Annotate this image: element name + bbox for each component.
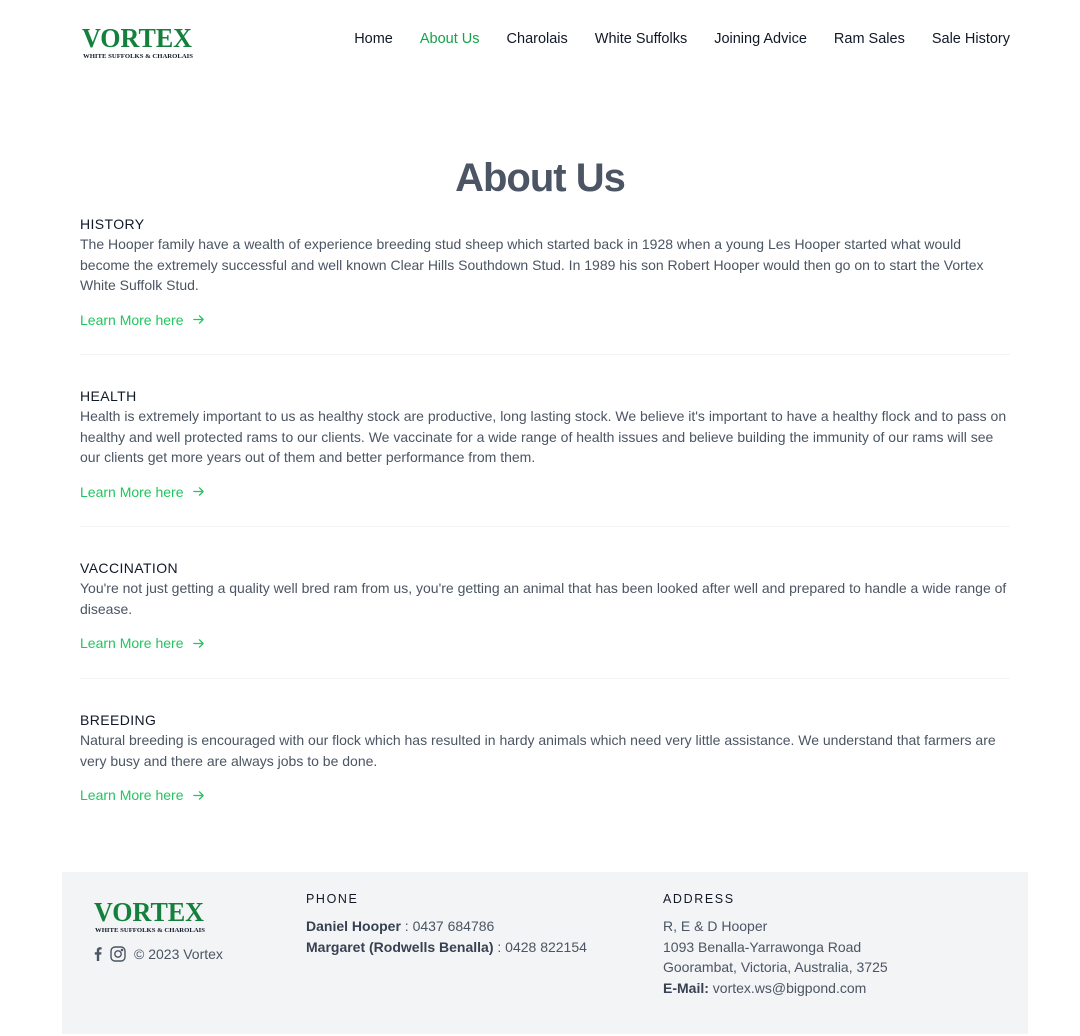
learn-more-link[interactable]: Learn More here <box>80 310 205 330</box>
footer-phone: PHONE Daniel Hooper : 0437 684786 Margar… <box>306 892 587 957</box>
copyright-text: © 2023 Vortex <box>134 946 223 962</box>
arrow-right-icon <box>192 790 204 800</box>
section-heading: VACCINATION <box>80 560 178 576</box>
site-footer: VORTEX WHITE SUFFOLKS & CHAROLAIS © 2023… <box>62 872 1028 1034</box>
footer-social: © 2023 Vortex <box>94 946 223 962</box>
section-heading: HEALTH <box>80 388 137 404</box>
main-nav: Home About Us Charolais White Suffolks J… <box>354 30 1010 48</box>
site-header: VORTEX WHITE SUFFOLKS & CHAROLAIS Home A… <box>0 0 1080 80</box>
learn-more-label: Learn More here <box>80 635 184 651</box>
contact-number[interactable]: : 0428 822154 <box>494 939 587 955</box>
history-section: HISTORY The Hooper family have a wealth … <box>80 214 1010 355</box>
about-content: HISTORY The Hooper family have a wealth … <box>80 214 1010 805</box>
nav-joining-advice[interactable]: Joining Advice <box>714 30 807 48</box>
learn-more-label: Learn More here <box>80 787 184 803</box>
address-title: ADDRESS <box>663 892 735 906</box>
email-link[interactable]: vortex.ws@bigpond.com <box>713 980 867 996</box>
facebook-icon[interactable] <box>94 947 102 961</box>
svg-text:VORTEX: VORTEX <box>94 897 204 927</box>
contact-number[interactable]: : 0437 684786 <box>401 918 495 934</box>
instagram-icon[interactable] <box>110 946 126 962</box>
nav-about-us[interactable]: About Us <box>420 30 480 48</box>
nav-sale-history[interactable]: Sale History <box>932 30 1010 48</box>
svg-text:VORTEX: VORTEX <box>82 23 192 53</box>
learn-more-label: Learn More here <box>80 483 184 500</box>
nav-ram-sales[interactable]: Ram Sales <box>834 30 905 48</box>
page-title: About Us <box>455 156 626 200</box>
section-heading: HISTORY <box>80 216 145 232</box>
arrow-right-icon <box>192 315 204 324</box>
arrow-right-icon <box>192 487 204 496</box>
svg-text:WHITE SUFFOLKS & CHAROLAIS: WHITE SUFFOLKS & CHAROLAIS <box>95 927 206 934</box>
svg-text:WHITE SUFFOLKS & CHAROLAIS: WHITE SUFFOLKS & CHAROLAIS <box>83 53 194 60</box>
contact-name: Margaret (Rodwells Benalla) <box>306 938 494 955</box>
section-text: Natural breeding is encouraged with our … <box>80 732 996 769</box>
learn-more-link[interactable]: Learn More here <box>80 785 205 805</box>
email-line: E-Mail: vortex.ws@bigpond.com <box>663 978 888 999</box>
section-text: You're not just getting a quality well b… <box>80 580 1007 617</box>
section-text: Health is extremely important to us as h… <box>80 408 1007 465</box>
address-line: R, E & D Hooper <box>663 918 768 934</box>
footer-vortex-logo[interactable]: VORTEX WHITE SUFFOLKS & CHAROLAIS <box>94 892 206 936</box>
arrow-right-icon <box>192 638 204 648</box>
nav-home[interactable]: Home <box>354 30 393 48</box>
section-heading: BREEDING <box>80 712 157 728</box>
email-label: E-Mail: <box>663 979 709 996</box>
phone-title: PHONE <box>306 892 359 906</box>
learn-more-label: Learn More here <box>80 311 184 328</box>
health-section: HEALTH Health is extremely important to … <box>80 355 1010 527</box>
phone-contact: Margaret (Rodwells Benalla) : 0428 82215… <box>306 937 587 958</box>
nav-white-suffolks[interactable]: White Suffolks <box>595 30 687 48</box>
contact-name: Daniel Hooper <box>306 918 401 934</box>
nav-charolais[interactable]: Charolais <box>507 30 568 48</box>
breeding-section: BREEDING Natural breeding is encouraged … <box>80 679 1010 805</box>
learn-more-link[interactable]: Learn More here <box>80 482 205 502</box>
vaccination-section: VACCINATION You're not just getting a qu… <box>80 527 1010 679</box>
address-line: Goorambat, Victoria, Australia, 3725 <box>663 959 888 975</box>
phone-contact: Daniel Hooper : 0437 684786 <box>306 916 587 937</box>
address-line: 1093 Benalla-Yarrawonga Road <box>663 938 862 955</box>
footer-address: ADDRESS R, E & D Hooper 1093 Benalla-Yar… <box>663 892 888 998</box>
section-text: The Hooper family have a wealth of exper… <box>80 236 984 293</box>
learn-more-link[interactable]: Learn More here <box>80 633 205 653</box>
vortex-logo[interactable]: VORTEX WHITE SUFFOLKS & CHAROLAIS <box>82 18 194 62</box>
